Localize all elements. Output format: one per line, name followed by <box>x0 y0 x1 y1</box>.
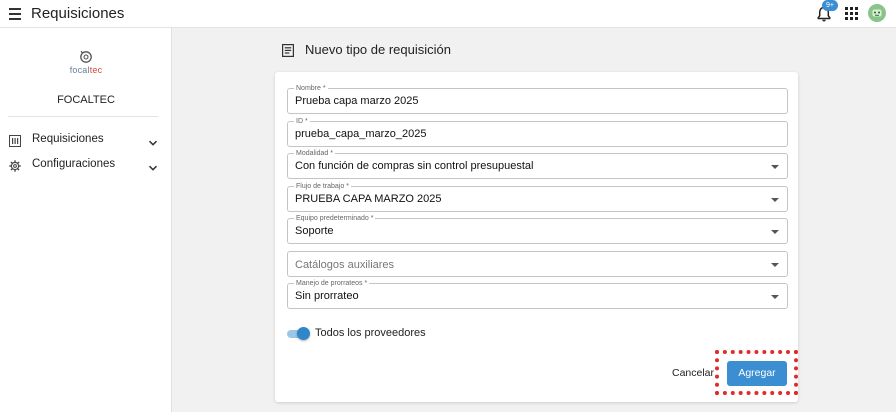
dropdown-arrow-icon <box>771 230 779 234</box>
sidebar: focaltec FOCALTEC Requisiciones Configur… <box>0 28 172 412</box>
company-name: FOCALTEC <box>57 94 115 106</box>
user-avatar-icon[interactable] <box>868 4 886 22</box>
cancel-button[interactable]: Cancelar <box>670 364 716 382</box>
catalogos-auxiliares-placeholder: Catálogos auxiliares <box>295 259 395 271</box>
dropdown-arrow-icon <box>771 263 779 267</box>
id-field[interactable]: ID * prueba_capa_marzo_2025 <box>287 117 788 147</box>
id-label: ID * <box>294 117 310 126</box>
equipo-predeterminado-label: Equipo predeterminado * <box>294 214 376 223</box>
flujo-trabajo-select[interactable]: Flujo de trabajo * PRUEBA CAPA MARZO 202… <box>287 182 788 212</box>
nombre-field[interactable]: Nombre * Prueba capa marzo 2025 <box>287 84 788 114</box>
notification-badge: 9+ <box>822 0 838 11</box>
flujo-trabajo-value: PRUEBA CAPA MARZO 2025 <box>295 193 442 205</box>
agregar-button[interactable]: Agregar <box>727 361 787 386</box>
chevron-down-icon <box>148 160 158 171</box>
sidebar-item-label: Configuraciones <box>32 158 116 170</box>
id-value: prueba_capa_marzo_2025 <box>295 128 427 140</box>
dropdown-arrow-icon <box>771 295 779 299</box>
nombre-label: Nombre * <box>294 84 328 93</box>
sidebar-item-configuraciones[interactable]: Configuraciones <box>0 153 172 177</box>
logo-text-tec: tec <box>89 65 103 75</box>
gear-icon <box>9 159 21 172</box>
modalidad-select[interactable]: Modalidad * Con función de compras sin c… <box>287 149 788 179</box>
hamburger-menu-icon[interactable] <box>6 4 26 24</box>
app-title: Requisiciones <box>31 5 125 22</box>
chevron-down-icon <box>148 135 158 146</box>
dropdown-arrow-icon <box>771 165 779 169</box>
page-title: Nuevo tipo de requisición <box>305 42 451 57</box>
logo-text-focal: focal <box>69 65 90 75</box>
modalidad-value: Con función de compras sin control presu… <box>295 160 534 172</box>
catalogos-auxiliares-select[interactable]: Catálogos auxiliares <box>287 251 788 277</box>
todos-proveedores-label: Todos los proveedores <box>315 327 426 339</box>
company-logo: focaltec <box>66 50 106 82</box>
sidebar-divider <box>8 116 158 117</box>
top-app-bar: Requisiciones 9+ <box>0 0 896 28</box>
manejo-prorrateos-select[interactable]: Manejo de prorrateos * Sin prorrateo <box>287 279 788 309</box>
todos-proveedores-toggle[interactable] <box>287 327 310 341</box>
equipo-predeterminado-select[interactable]: Equipo predeterminado * Soporte <box>287 214 788 244</box>
grid-apps-icon[interactable] <box>845 7 858 20</box>
equipo-predeterminado-value: Soporte <box>295 225 334 237</box>
modalidad-label: Modalidad * <box>294 149 335 158</box>
document-icon <box>282 44 295 58</box>
dropdown-arrow-icon <box>771 198 779 202</box>
manejo-prorrateos-label: Manejo de prorrateos * <box>294 279 370 288</box>
flujo-trabajo-label: Flujo de trabajo * <box>294 182 351 191</box>
manejo-prorrateos-value: Sin prorrateo <box>295 290 359 302</box>
sidebar-item-label: Requisiciones <box>32 133 104 145</box>
nombre-value: Prueba capa marzo 2025 <box>295 95 419 107</box>
sidebar-item-requisiciones[interactable]: Requisiciones <box>0 128 172 152</box>
list-icon <box>9 134 21 147</box>
